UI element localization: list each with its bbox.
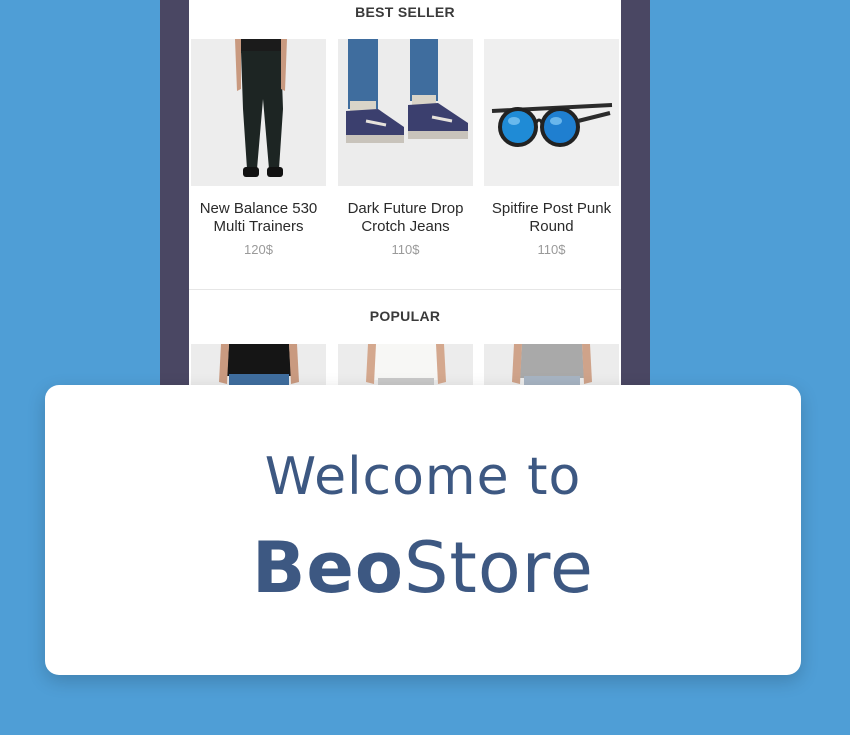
product-image[interactable] bbox=[191, 39, 326, 186]
product-price: 110$ bbox=[537, 242, 566, 257]
section-divider bbox=[189, 289, 621, 290]
product-card[interactable]: Dark Future Drop Crotch Jeans 110$ bbox=[338, 39, 473, 257]
product-card[interactable]: New Balance 530 Multi Trainers 120$ bbox=[191, 39, 326, 257]
welcome-text: Welcome to bbox=[264, 447, 582, 507]
brand-light-text: Store bbox=[403, 527, 594, 609]
app-screen: BEST SELLER New Balance 530 Multi Traine… bbox=[189, 0, 621, 410]
popular-heading: POPULAR bbox=[369, 308, 441, 324]
product-image[interactable] bbox=[484, 39, 619, 186]
product-price: 110$ bbox=[391, 242, 420, 257]
welcome-card: Welcome to BeoStore bbox=[45, 385, 801, 675]
brand-bold-text: Beo bbox=[252, 527, 404, 609]
jeans-sneakers-image bbox=[338, 39, 473, 186]
product-price: 120$ bbox=[244, 242, 273, 257]
product-name[interactable]: Spitfire Post Punk Round bbox=[484, 200, 619, 236]
product-name[interactable]: New Balance 530 Multi Trainers bbox=[191, 200, 326, 236]
product-name[interactable]: Dark Future Drop Crotch Jeans bbox=[338, 200, 473, 236]
black-jeans-model-image bbox=[191, 39, 326, 186]
best-seller-heading: BEST SELLER bbox=[355, 4, 455, 20]
phone-frame: BEST SELLER New Balance 530 Multi Traine… bbox=[160, 0, 650, 410]
product-card[interactable]: Spitfire Post Punk Round 110$ bbox=[484, 39, 619, 257]
brand-logo-text: BeoStore bbox=[45, 527, 801, 609]
blue-mirror-sunglasses-image bbox=[484, 39, 619, 186]
product-image[interactable] bbox=[338, 39, 473, 186]
